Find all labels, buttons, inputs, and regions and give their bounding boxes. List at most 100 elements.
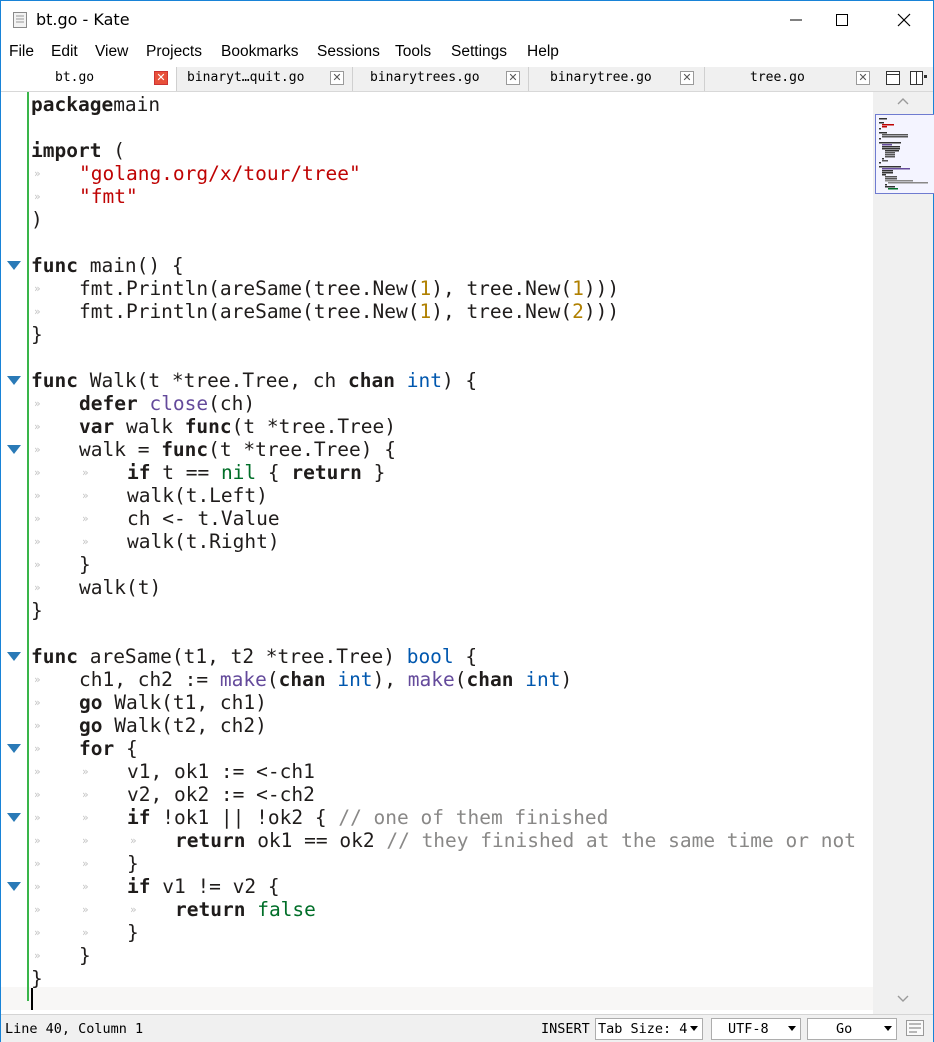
tab-marker: » [82, 811, 89, 824]
code-line[interactable]: fmt.Println(areSame(tree.New(1), tree.Ne… [79, 277, 619, 300]
code-line[interactable]: walk(t) [79, 576, 161, 599]
code-line[interactable]: func main() { [31, 254, 184, 277]
menu-bookmarks[interactable]: Bookmarks [221, 43, 299, 61]
code-line[interactable]: v2, ok2 := <-ch2 [127, 783, 315, 806]
tab-close-icon[interactable]: ✕ [680, 71, 694, 85]
tab-close-icon[interactable]: ✕ [154, 71, 168, 85]
fold-toggle-icon[interactable] [7, 261, 21, 270]
input-mode[interactable]: INSERT [541, 1021, 590, 1037]
code-token: ( [266, 668, 279, 691]
tab-bt-go[interactable]: bt.go ✕ [1, 67, 177, 91]
code-line[interactable]: var walk func(t *tree.Tree) [79, 415, 396, 438]
tab-marker: » [82, 903, 89, 916]
code-line[interactable]: "golang.org/x/tour/tree" [79, 162, 361, 185]
tab-marker: » [34, 673, 41, 686]
code-token: chan [278, 668, 326, 691]
code-line[interactable]: go Walk(t1, ch1) [79, 691, 267, 714]
scroll-down-arrow-icon[interactable] [897, 995, 909, 1003]
code-line[interactable]: } [31, 323, 43, 346]
code-editor[interactable]: packagemain import ("golang.org/x/tour/tr… [1, 92, 873, 1014]
maximize-button[interactable] [819, 1, 865, 39]
split-view-button[interactable] [909, 69, 929, 89]
code-line[interactable]: } [127, 921, 139, 944]
code-line[interactable]: import ( [31, 139, 125, 162]
code-line[interactable]: } [31, 599, 43, 622]
cursor-position[interactable]: Line 40, Column 1 [5, 1021, 143, 1037]
code-token: ))) [583, 277, 620, 300]
code-token: false [257, 898, 316, 921]
fold-toggle-icon[interactable] [7, 376, 21, 385]
menu-sessions[interactable]: Sessions [317, 43, 380, 61]
fold-toggle-icon[interactable] [7, 744, 21, 753]
code-line[interactable]: ch1, ch2 := make(chan int), make(chan in… [79, 668, 572, 691]
code-line[interactable]: fmt.Println(areSame(tree.New(1), tree.Ne… [79, 300, 619, 323]
code-line[interactable]: } [31, 967, 43, 990]
window-title: bt.go - Kate [36, 10, 130, 29]
menu-file[interactable]: File [9, 43, 34, 61]
code-line[interactable]: func Walk(t *tree.Tree, ch chan int) { [31, 369, 477, 392]
encoding-selector[interactable]: UTF-8 [711, 1018, 801, 1040]
tab-marker: » [34, 305, 41, 318]
code-line[interactable]: go Walk(t2, ch2) [79, 714, 267, 737]
menu-view[interactable]: View [95, 43, 128, 61]
minimize-button[interactable] [773, 1, 819, 39]
fold-toggle-icon[interactable] [7, 445, 21, 454]
fold-toggle-icon[interactable] [7, 882, 21, 891]
code-line[interactable]: if t == nil { return } [127, 461, 385, 484]
dynamic-word-wrap-button[interactable] [906, 1020, 924, 1036]
tab-binarytrees-quit-go[interactable]: binaryt…quit.go ✕ [177, 67, 353, 91]
code-token: nil [220, 461, 257, 484]
code-line[interactable]: walk(t.Left) [127, 484, 268, 507]
code-token: go [79, 714, 103, 737]
kate-window: bt.go - Kate File Edit View Projects Boo… [0, 0, 934, 1042]
menu-help[interactable]: Help [527, 43, 559, 61]
code-line[interactable]: walk = func(t *tree.Tree) { [79, 438, 396, 461]
code-line[interactable]: walk(t.Right) [127, 530, 280, 553]
code-line[interactable]: ) [31, 208, 43, 231]
tab-tree-go[interactable]: tree.go ✕ [705, 67, 880, 91]
code-line[interactable]: for { [79, 737, 138, 760]
fold-toggle-icon[interactable] [7, 652, 21, 661]
tab-close-icon[interactable]: ✕ [856, 71, 870, 85]
code-line[interactable]: } [127, 852, 139, 875]
code-line[interactable]: v1, ok1 := <-ch1 [127, 760, 315, 783]
code-line[interactable]: func areSame(t1, t2 *tree.Tree) bool { [31, 645, 477, 668]
fold-toggle-icon[interactable] [7, 813, 21, 822]
close-button[interactable] [881, 1, 927, 39]
code-line[interactable]: packagemain [31, 93, 160, 116]
menu-edit[interactable]: Edit [51, 43, 78, 61]
code-line[interactable]: ch <- t.Value [127, 507, 280, 530]
tab-close-icon[interactable]: ✕ [330, 71, 344, 85]
code-line[interactable]: } [79, 553, 91, 576]
new-document-button[interactable] [884, 69, 904, 89]
code-line[interactable]: return ok1 == ok2 // they finished at th… [175, 829, 856, 852]
minimap[interactable] [875, 114, 934, 194]
maximize-icon [836, 14, 848, 26]
code-token: ), tree.New( [431, 300, 573, 323]
tab-binarytrees-go[interactable]: binarytrees.go ✕ [353, 67, 529, 91]
code-line[interactable]: return false [175, 898, 316, 921]
code-token: // one of them finished [338, 806, 609, 829]
chevron-down-icon [690, 1026, 698, 1031]
tab-binarytree-go[interactable]: binarytree.go ✕ [529, 67, 705, 91]
code-token: "fmt" [79, 185, 138, 208]
scroll-up-arrow-icon[interactable] [897, 97, 909, 105]
code-line[interactable]: if !ok1 || !ok2 { // one of them finishe… [127, 806, 608, 829]
tab-marker: » [34, 949, 41, 962]
code-token: } [31, 323, 43, 346]
code-token: main() { [77, 254, 184, 277]
code-line[interactable]: if v1 != v2 { [127, 875, 280, 898]
tab-close-icon[interactable]: ✕ [506, 71, 520, 85]
menu-tools[interactable]: Tools [395, 43, 431, 61]
tab-size-selector[interactable]: Tab Size: 4 [595, 1018, 703, 1040]
tab-marker: » [34, 535, 41, 548]
code-line[interactable]: } [79, 944, 91, 967]
code-line[interactable]: defer close(ch) [79, 392, 255, 415]
menu-projects[interactable]: Projects [146, 43, 202, 61]
syntax-mode-selector[interactable]: Go [807, 1018, 897, 1040]
code-line[interactable]: "fmt" [79, 185, 138, 208]
menu-settings[interactable]: Settings [451, 43, 507, 61]
code-token: func [161, 438, 209, 461]
vertical-scrollbar[interactable] [873, 92, 934, 1014]
tab-label: binarytree.go [550, 70, 652, 85]
